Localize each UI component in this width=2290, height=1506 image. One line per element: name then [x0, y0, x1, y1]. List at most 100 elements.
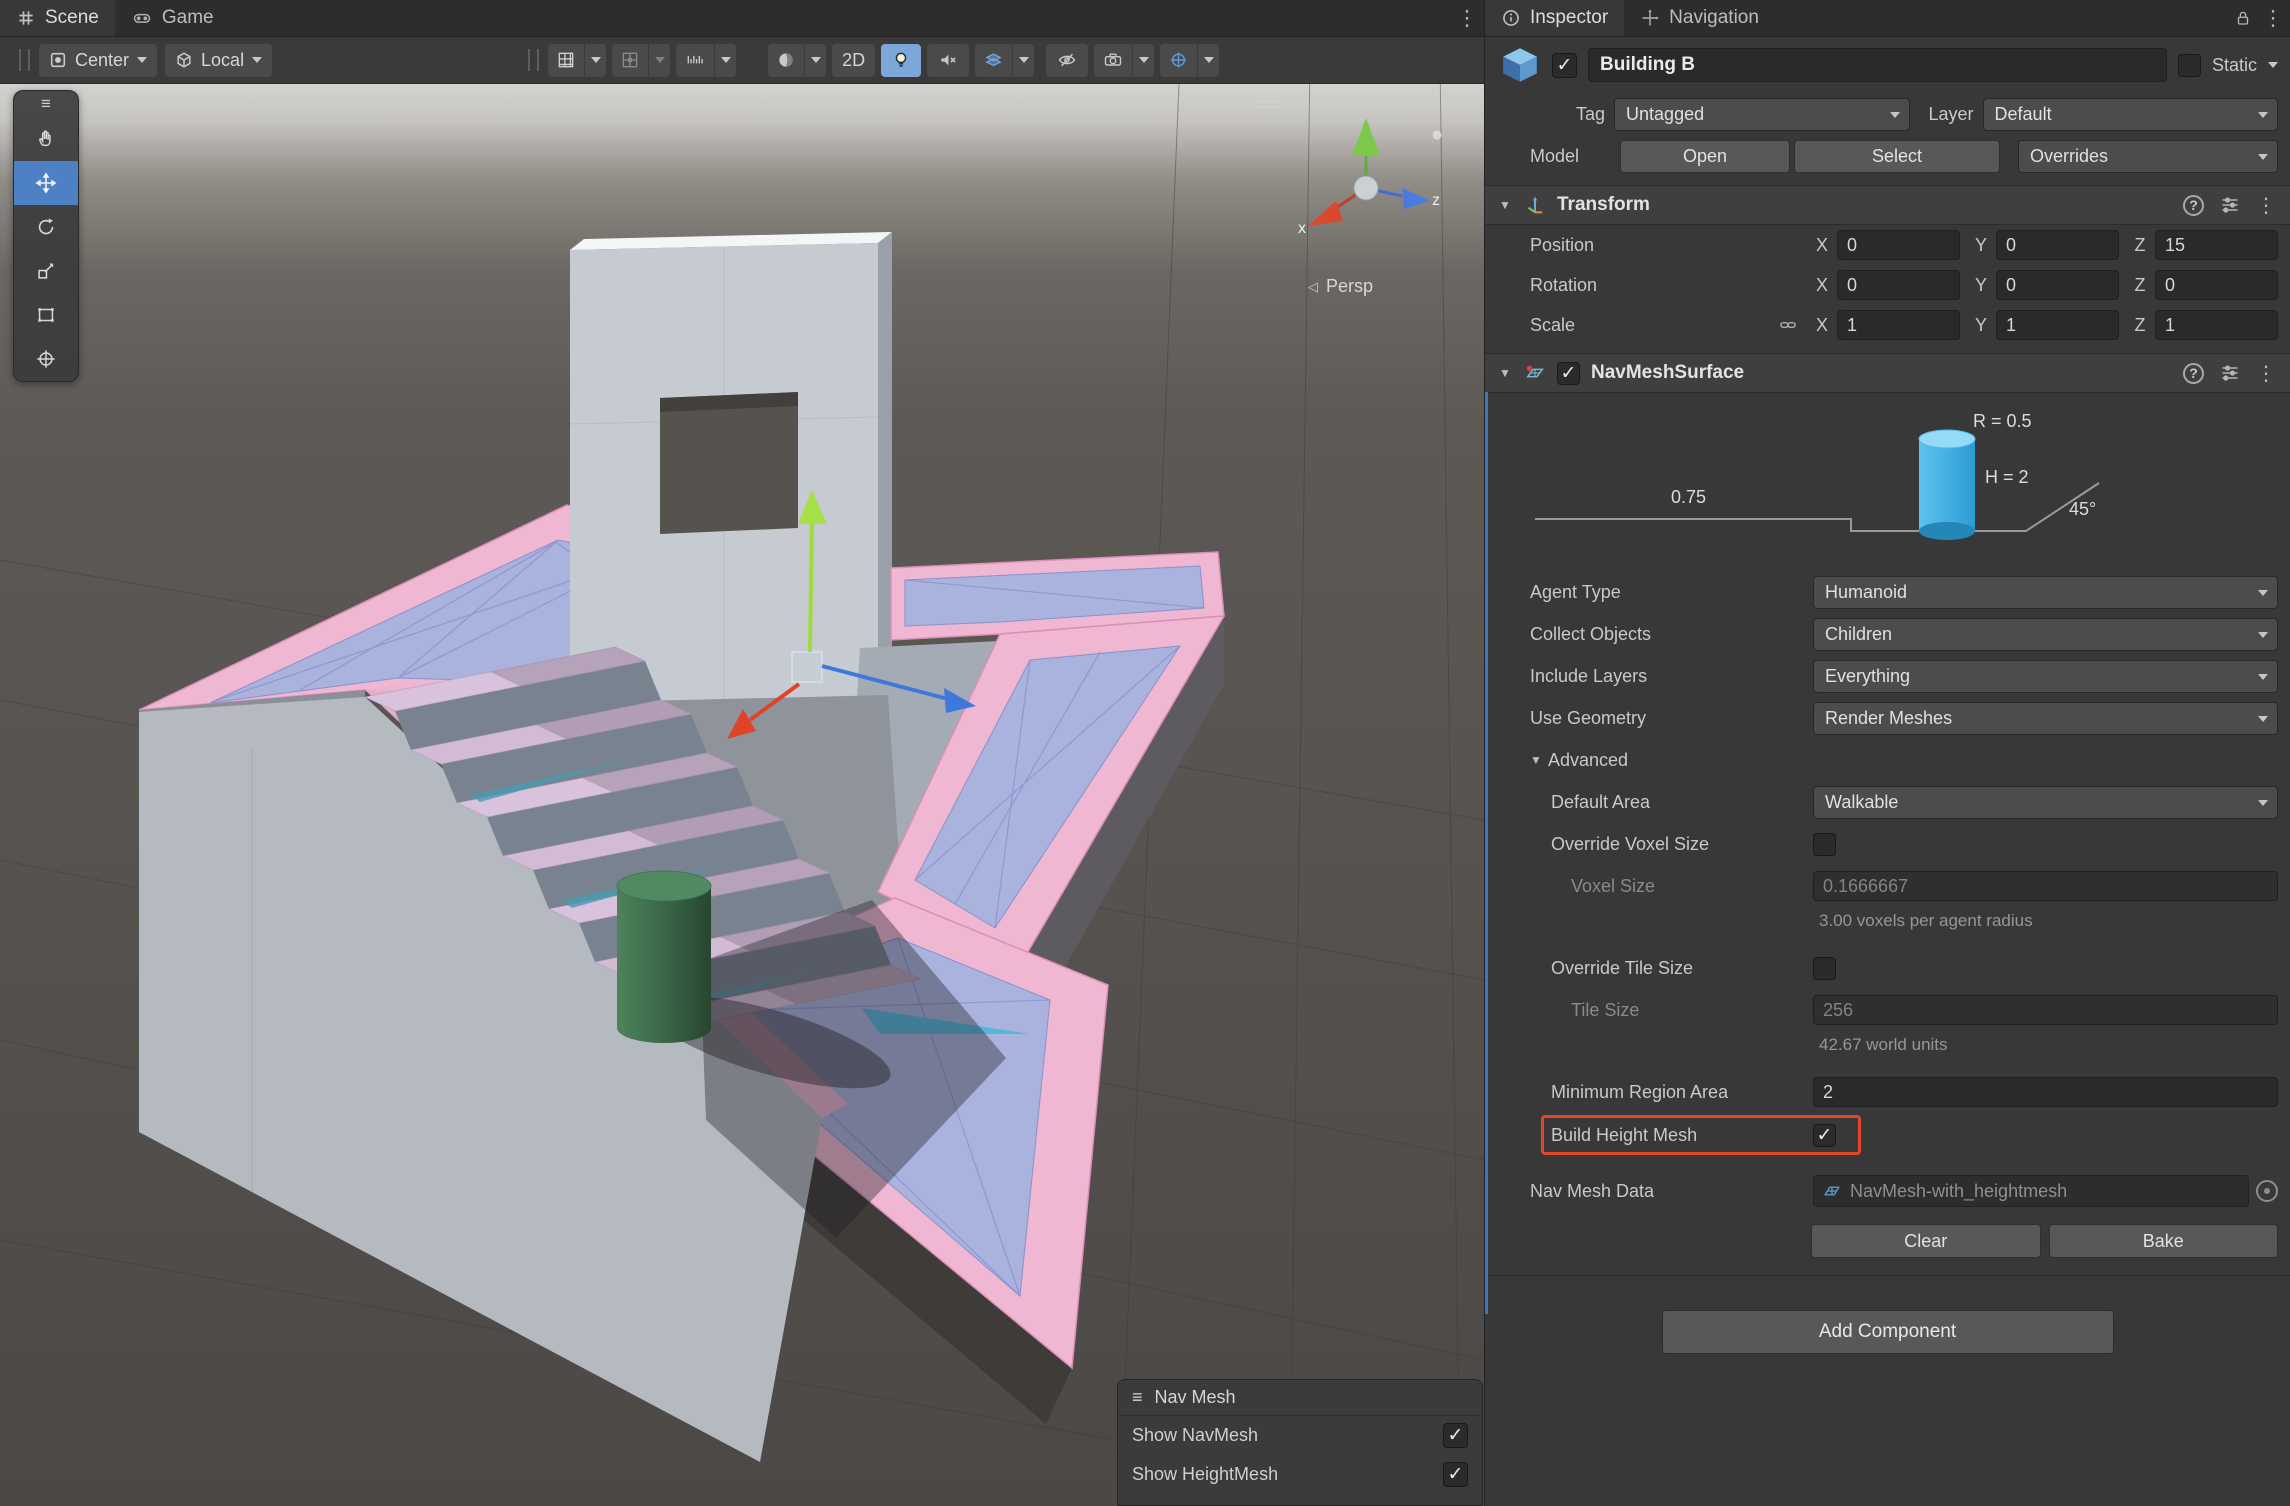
navmesh-panel-handle-icon[interactable]: ≡	[1132, 1387, 1143, 1408]
orientation-center-ball[interactable]	[1354, 176, 1378, 200]
min-region-field[interactable]: 2	[1813, 1077, 2278, 1107]
shaded-sphere-icon	[776, 50, 796, 70]
rotation-x-field[interactable]: 0	[1837, 270, 1960, 300]
camera-settings-dropdown[interactable]	[1133, 44, 1154, 77]
rect-tool-button[interactable]	[14, 293, 78, 337]
include-layers-dropdown[interactable]: Everything	[1813, 660, 2278, 693]
static-checkbox[interactable]	[2178, 54, 2201, 77]
snap-increment-button[interactable]	[676, 44, 714, 77]
layer-dropdown[interactable]: Default	[1983, 98, 2278, 131]
audio-mute-button[interactable]	[927, 44, 969, 77]
tab-navigation[interactable]: Navigation	[1624, 0, 1775, 36]
navmeshsurface-more-icon[interactable]: ⋮	[2256, 361, 2276, 386]
gameobject-name-field[interactable]: Building B	[1588, 48, 2167, 82]
move-tool-button[interactable]	[14, 161, 78, 205]
toolbar-drag-handle-icon[interactable]	[19, 49, 30, 71]
navmeshsurface-presets-icon[interactable]	[2220, 363, 2240, 383]
scene-more-icon[interactable]: ⋮	[1450, 0, 1484, 36]
shading-mode-button[interactable]	[768, 44, 804, 77]
transform-foldout-icon[interactable]: ▼	[1499, 198, 1513, 212]
navmeshsurface-enabled-checkbox[interactable]: ✓	[1557, 362, 1580, 385]
position-y-field[interactable]: 0	[1996, 230, 2119, 260]
override-voxel-checkbox[interactable]	[1813, 833, 1836, 856]
effects-button[interactable]	[975, 44, 1012, 77]
camera-overlay-handle-icon[interactable]	[1252, 96, 1282, 112]
show-heightmesh-checkbox[interactable]: ✓	[1443, 1462, 1468, 1487]
grid-options-dropdown[interactable]	[585, 44, 606, 77]
camera-settings-button[interactable]	[1094, 44, 1132, 77]
tab-inspector[interactable]: Inspector	[1485, 0, 1624, 36]
persp-label: Persp	[1326, 276, 1373, 297]
toolbar-drag-handle-icon[interactable]	[528, 49, 539, 71]
rotation-z-field[interactable]: 0	[2155, 270, 2278, 300]
rotation-mode-button[interactable]: Local	[165, 44, 272, 77]
object-picker-icon[interactable]	[2256, 1180, 2278, 1202]
use-geometry-dropdown[interactable]: Render Meshes	[1813, 702, 2278, 735]
override-tile-checkbox[interactable]	[1813, 957, 1836, 980]
scale-z-field[interactable]: 1	[2155, 310, 2278, 340]
orientation-axis-dot[interactable]	[1433, 131, 1442, 140]
gameobject-enabled-checkbox[interactable]: ✓	[1552, 53, 1577, 78]
lock-icon[interactable]	[2234, 8, 2252, 28]
bake-button[interactable]: Bake	[2049, 1224, 2279, 1258]
snap-increment-dropdown[interactable]	[715, 44, 736, 77]
static-dropdown-icon[interactable]	[2268, 62, 2278, 68]
show-navmesh-checkbox[interactable]: ✓	[1443, 1423, 1468, 1448]
tab-game[interactable]: Game	[115, 0, 230, 36]
shading-mode-dropdown[interactable]	[805, 44, 826, 77]
add-component-button[interactable]: Add Component	[1662, 1310, 2114, 1354]
pivot-caret-icon	[137, 57, 147, 63]
link-scale-icon[interactable]	[1779, 316, 1797, 334]
tab-scene[interactable]: Scene	[0, 0, 115, 36]
scene-lighting-button[interactable]	[881, 44, 921, 77]
rotate-tool-button[interactable]	[14, 205, 78, 249]
view-pan-tool-button[interactable]	[14, 117, 78, 161]
scene-render[interactable]	[0, 0, 1484, 1506]
snap-grid-dropdown[interactable]	[649, 44, 670, 77]
snap-grid-button[interactable]	[612, 44, 648, 77]
navmeshsurface-header[interactable]: ▼ ✓ NavMeshSurface ? ⋮	[1485, 353, 2290, 393]
tag-dropdown[interactable]: Untagged	[1614, 98, 1909, 131]
scale-tool-button[interactable]	[14, 249, 78, 293]
navmeshsurface-foldout-icon[interactable]: ▼	[1499, 366, 1513, 380]
gizmos-button[interactable]	[1160, 44, 1197, 77]
voxel-size-label: Voxel Size	[1485, 876, 1813, 897]
clear-button[interactable]: Clear	[1811, 1224, 2041, 1258]
navmeshsurface-help-icon[interactable]: ?	[2183, 363, 2204, 384]
advanced-foldout-icon[interactable]: ▼	[1530, 753, 1544, 767]
inspector-more-icon[interactable]: ⋮	[2256, 0, 2290, 36]
default-area-dropdown[interactable]: Walkable	[1813, 786, 2278, 819]
transform-header[interactable]: ▼ Transform ? ⋮	[1485, 185, 2290, 225]
transform-more-icon[interactable]: ⋮	[2256, 193, 2276, 218]
transform-help-icon[interactable]: ?	[2183, 195, 2204, 216]
model-open-button[interactable]: Open	[1620, 140, 1790, 173]
transform-tool-button[interactable]	[14, 337, 78, 381]
projection-toggle[interactable]: ◁ Persp	[1308, 276, 1373, 297]
gizmo-plane-handle[interactable]	[792, 652, 822, 682]
agent-type-dropdown[interactable]: Humanoid	[1813, 576, 2278, 609]
scale-x-field[interactable]: 1	[1837, 310, 1960, 340]
position-x-field[interactable]: 0	[1837, 230, 1960, 260]
pivot-mode-button[interactable]: Center	[39, 44, 157, 77]
prefab-cube-icon[interactable]	[1499, 44, 1541, 86]
game-tab-icon	[131, 8, 153, 28]
model-overrides-dropdown[interactable]: Overrides	[2018, 140, 2278, 173]
rotation-y-field[interactable]: 0	[1996, 270, 2119, 300]
build-height-mesh-checkbox[interactable]: ✓	[1813, 1124, 1836, 1147]
position-z-field[interactable]: 15	[2155, 230, 2278, 260]
use-geometry-label: Use Geometry	[1485, 708, 1813, 729]
scale-y-field[interactable]: 1	[1996, 310, 2119, 340]
toggle-2d-button[interactable]: 2D	[832, 44, 875, 77]
nav-mesh-data-field[interactable]: NavMesh-with_heightmesh	[1813, 1175, 2249, 1207]
tool-palette-handle-icon[interactable]: ≡	[14, 91, 78, 117]
gizmos-dropdown[interactable]	[1198, 44, 1219, 77]
model-select-button[interactable]: Select	[1794, 140, 2000, 173]
scene-visibility-button[interactable]	[1046, 44, 1088, 77]
transform-presets-icon[interactable]	[2220, 195, 2240, 215]
override-voxel-row: Override Voxel Size	[1485, 823, 2290, 865]
grid-visibility-button[interactable]	[548, 44, 584, 77]
collect-objects-dropdown[interactable]: Children	[1813, 618, 2278, 651]
effects-dropdown[interactable]	[1013, 44, 1034, 77]
advanced-foldout[interactable]: ▼ Advanced	[1485, 739, 2290, 781]
tile-size-label: Tile Size	[1485, 1000, 1813, 1021]
